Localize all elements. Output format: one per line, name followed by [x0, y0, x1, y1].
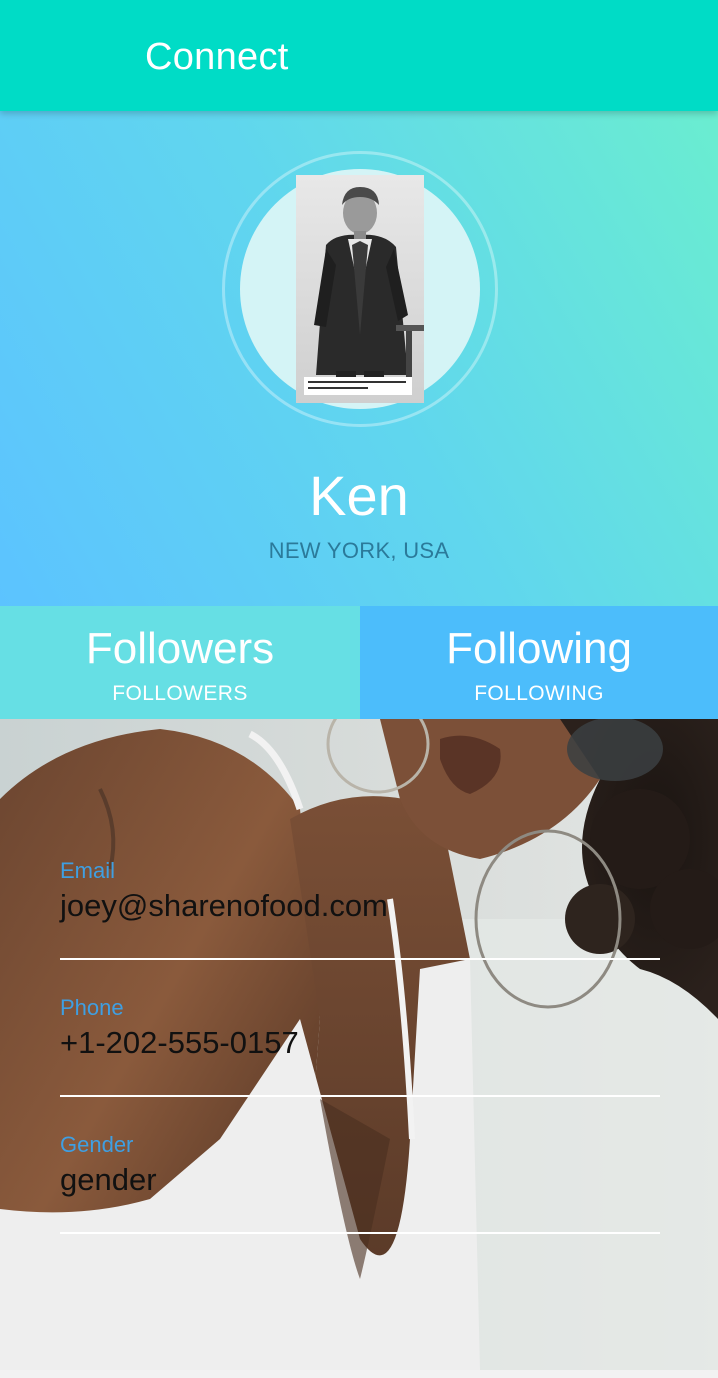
email-field[interactable]: Email joey@sharenofood.com	[60, 858, 660, 960]
following-label: FOLLOWING	[474, 682, 604, 705]
profile-name: Ken	[309, 464, 409, 527]
following-tab[interactable]: Following FOLLOWING	[360, 606, 718, 719]
app-bar: Connect	[0, 0, 718, 111]
following-value: Following	[446, 624, 632, 673]
gender-value[interactable]: gender	[60, 1162, 660, 1198]
phone-underline	[60, 1095, 660, 1097]
gender-label: Gender	[60, 1132, 134, 1157]
phone-value[interactable]: +1-202-555-0157	[60, 1025, 660, 1061]
email-label: Email	[60, 858, 116, 883]
followers-tab[interactable]: Followers FOLLOWERS	[0, 606, 360, 719]
gender-field[interactable]: Gender gender	[60, 1132, 660, 1234]
phone-field[interactable]: Phone +1-202-555-0157	[60, 995, 660, 1097]
stats-bar: Followers FOLLOWERS Following FOLLOWING	[0, 606, 718, 719]
followers-label: FOLLOWERS	[112, 682, 248, 705]
gender-underline	[60, 1232, 660, 1234]
followers-value: Followers	[85, 624, 275, 673]
email-underline	[60, 958, 660, 960]
avatar[interactable]	[296, 175, 424, 403]
phone-label: Phone	[60, 995, 124, 1020]
email-value[interactable]: joey@sharenofood.com	[60, 888, 660, 924]
profile-header: Ken NEW YORK, USA	[0, 111, 718, 606]
profile-location: NEW YORK, USA	[268, 538, 450, 563]
app-title: Connect	[145, 36, 289, 78]
portrait-image	[296, 175, 424, 403]
